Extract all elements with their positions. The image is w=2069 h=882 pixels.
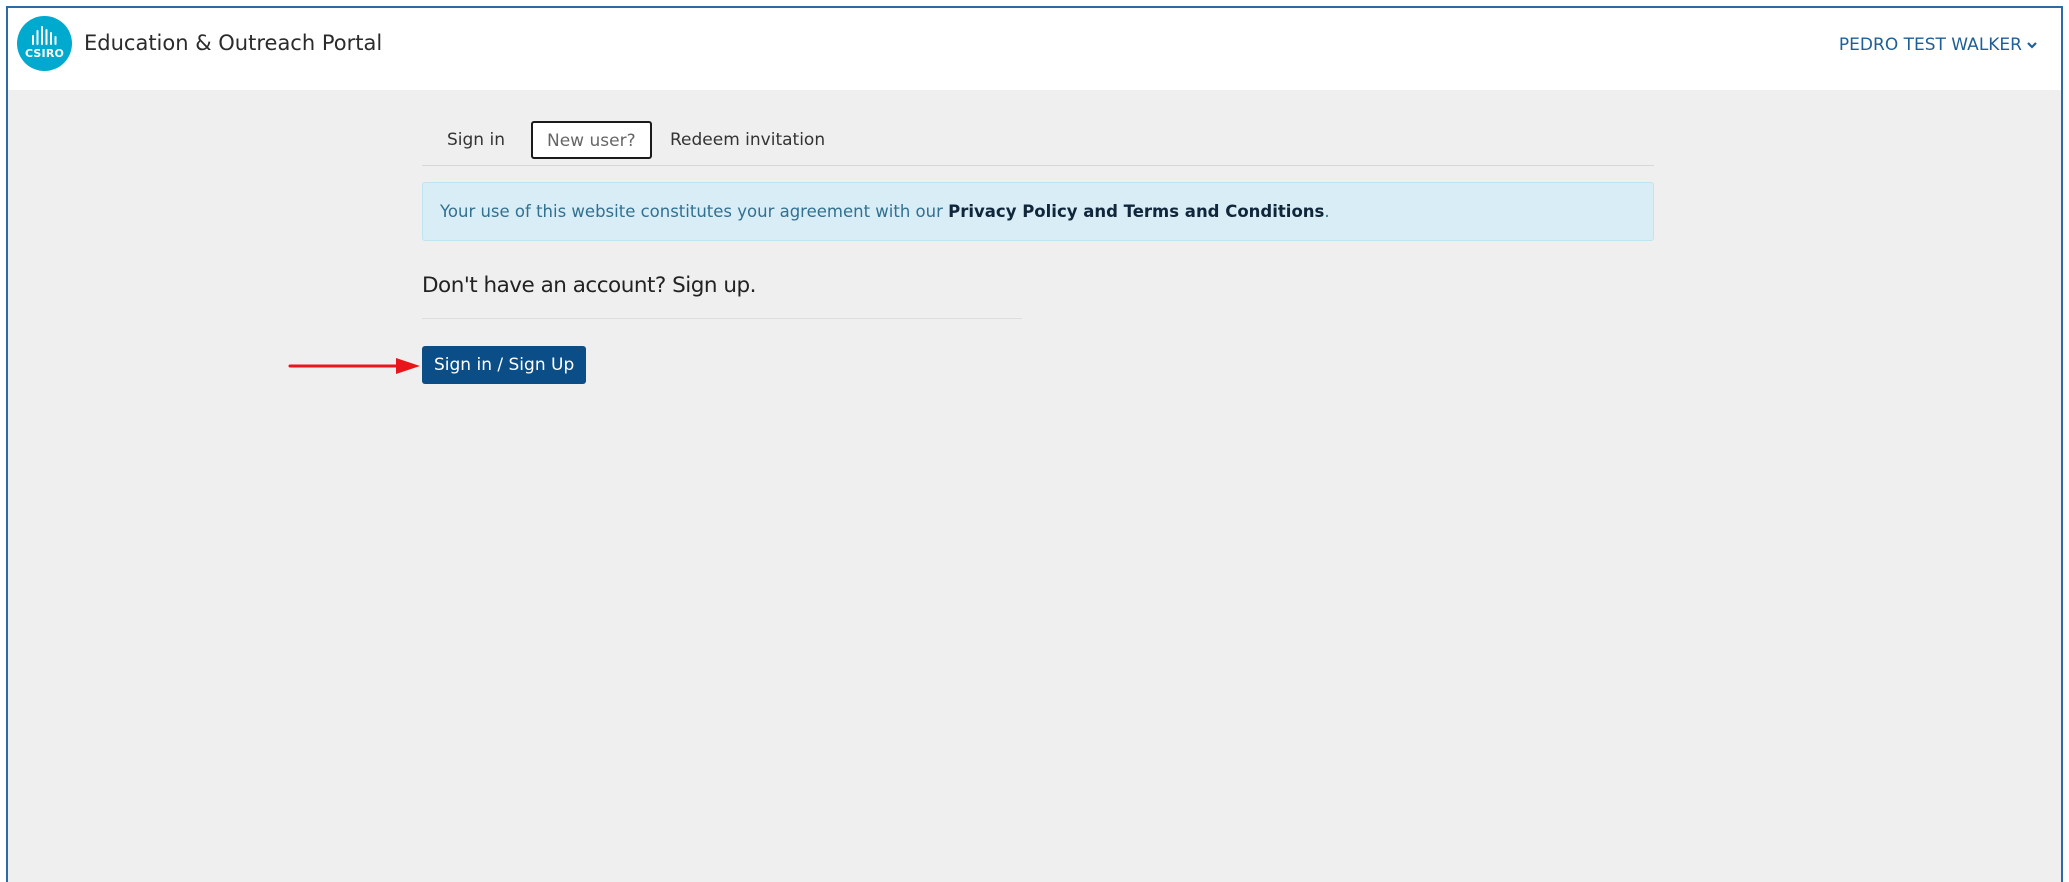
sign-in-sign-up-button[interactable]: Sign in / Sign Up [422, 346, 587, 384]
browser-frame: CSIRO Education & Outreach Portal PEDRO … [6, 6, 2063, 882]
red-arrow-annotation [288, 358, 420, 374]
tab-new-user[interactable]: New user? [531, 121, 652, 159]
user-name: PEDRO TEST WALKER [1838, 35, 2022, 55]
chevron-down-icon [2027, 42, 2037, 49]
tab-sign-in[interactable]: Sign in [447, 121, 505, 159]
alert-text: Your use of this website constitutes you… [440, 202, 949, 221]
tab-redeem-invitation[interactable]: Redeem invitation [670, 121, 825, 159]
brand-title[interactable]: Education & Outreach Portal [84, 31, 382, 55]
user-menu-dropdown[interactable]: PEDRO TEST WALKER [1839, 35, 2038, 55]
logo-text: CSIRO [24, 47, 65, 60]
signup-heading: Don't have an account? Sign up. [422, 273, 756, 298]
terms-alert: Your use of this website constitutes you… [422, 182, 1654, 241]
top-navbar: CSIRO Education & Outreach Portal PEDRO … [8, 8, 2061, 90]
privacy-terms-link[interactable]: Privacy Policy and Terms and Conditions [948, 202, 1324, 221]
csiro-logo[interactable]: CSIRO [17, 16, 72, 71]
logo-bars-icon [32, 26, 57, 45]
auth-tabs: Sign in New user? Redeem invitation [422, 118, 1654, 166]
alert-suffix: . [1324, 202, 1330, 221]
divider [422, 318, 1022, 319]
